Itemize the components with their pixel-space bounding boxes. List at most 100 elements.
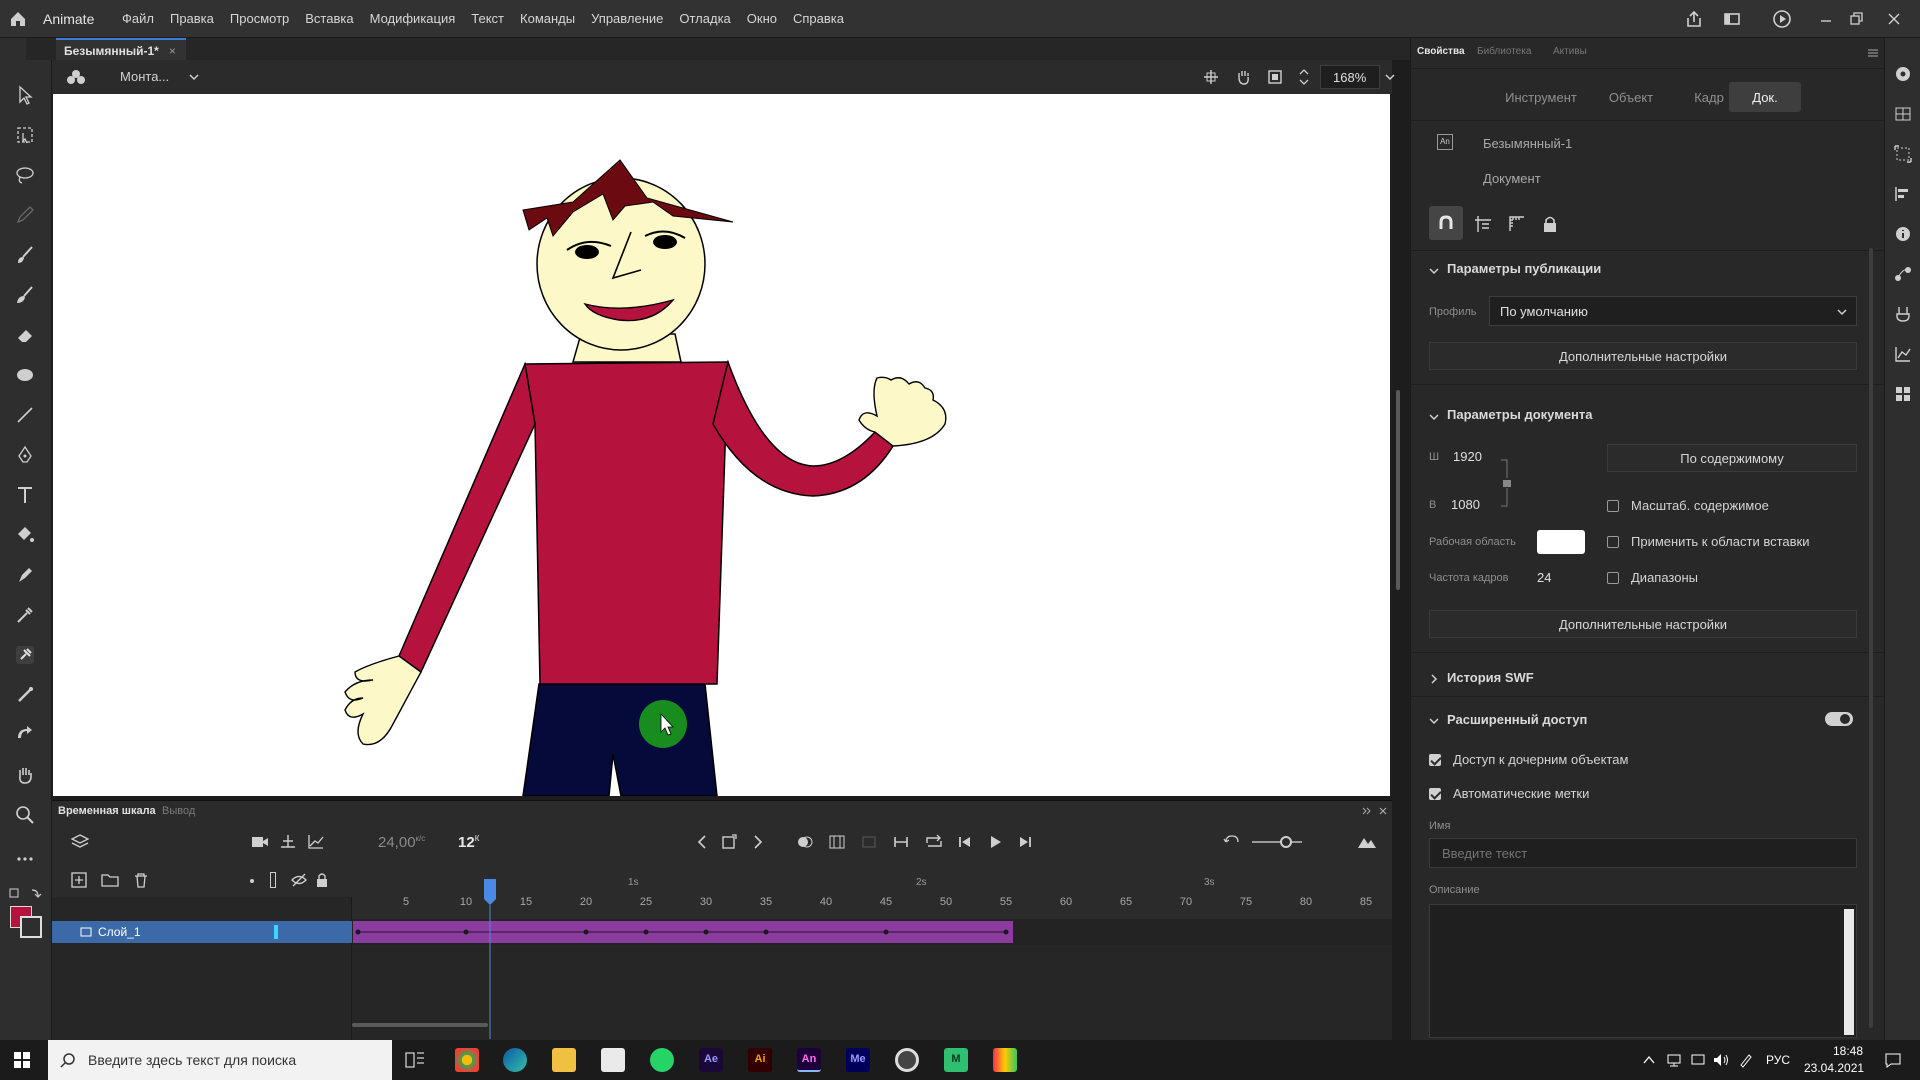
menu-view[interactable]: Просмотр [230,11,289,26]
frames-row[interactable] [352,919,1392,945]
document-more-settings-button[interactable]: Дополнительные настройки [1429,610,1857,638]
collapse-panel-icon[interactable] [1362,806,1372,816]
chrome-taskbar-icon[interactable] [455,1048,479,1072]
panel-menu-icon[interactable] [1867,48,1879,58]
publish-more-settings-button[interactable]: Дополнительные настройки [1429,342,1857,370]
brush-tool-icon[interactable] [14,244,36,266]
after-effects-taskbar-icon[interactable]: Ae [699,1048,723,1072]
fill-color-swatch[interactable] [20,916,42,938]
guides-icon[interactable] [1473,214,1493,234]
lock-layer-icon[interactable] [314,871,330,889]
layer-row[interactable]: Слой_1 [52,921,352,943]
menu-commands[interactable]: Команды [520,11,575,26]
m-app-taskbar-icon[interactable]: M [944,1048,968,1072]
fit-to-content-button[interactable]: По содержимому [1607,444,1857,472]
document-settings-header[interactable]: Параметры документа [1447,407,1593,422]
name-input[interactable] [1429,838,1857,868]
transform-icon[interactable] [1893,144,1913,164]
free-transform-tool-icon[interactable] [14,124,36,146]
animate-taskbar-icon[interactable]: An [797,1048,821,1072]
close-panel-icon[interactable] [1378,806,1388,816]
delete-layer-icon[interactable] [132,871,150,889]
input-language[interactable]: РУС [1766,1053,1790,1067]
loop-range-icon[interactable] [892,833,910,851]
segment-object[interactable]: Объект [1601,82,1661,112]
panel-scrollbar[interactable] [1869,248,1873,1028]
bone-tool-icon[interactable] [14,684,36,706]
menu-file[interactable]: Файл [122,11,154,26]
code-snippets-icon[interactable] [1893,384,1913,404]
segment-document[interactable]: Док. [1729,82,1801,112]
scene-selector[interactable]: Монта... [120,69,169,84]
keyframe-dot[interactable] [1003,929,1009,935]
share-icon[interactable] [1684,9,1704,29]
segment-tool[interactable]: Инструмент [1491,82,1591,112]
hand-tool-icon[interactable] [14,764,36,786]
link-dimensions-icon[interactable] [1499,456,1513,510]
pen-tool-icon[interactable] [14,444,36,466]
task-view-icon[interactable] [404,1050,426,1070]
apply-pasteboard-checkbox[interactable] [1607,536,1619,548]
network-icon[interactable] [1666,1052,1682,1068]
loop-icon[interactable] [924,833,944,851]
home-icon[interactable] [8,9,28,29]
clock-date[interactable]: 23.04.2021 [1804,1061,1864,1075]
menu-edit[interactable]: Правка [170,11,214,26]
info-icon[interactable] [1893,224,1913,244]
playhead[interactable] [484,879,496,1039]
outline-layer-icon[interactable] [270,872,276,888]
edit-multiple-frames-icon[interactable] [828,833,846,851]
obs-taskbar-icon[interactable] [895,1048,919,1072]
menu-window[interactable]: Окно [747,11,777,26]
accessibility-toggle[interactable] [1825,712,1853,726]
lasso-tool-icon[interactable] [14,164,36,186]
clock-time[interactable]: 18:48 [1820,1044,1876,1058]
scene-icon[interactable] [66,68,86,86]
motion-editor-icon[interactable] [1893,344,1913,364]
play-icon[interactable] [986,833,1004,851]
rotate-tool-icon[interactable] [14,724,36,746]
timeline-zoom-slider[interactable] [1252,841,1302,843]
current-frame-display[interactable]: 12К [458,834,479,851]
frame-ruler[interactable]: 1s 2s 3s 5 10 15 20 25 30 35 40 45 50 55 60 65 70 75 80… [352,863,1392,919]
step-forward-icon[interactable] [1016,833,1034,851]
clip-stage-icon[interactable] [1266,68,1284,86]
snap-icon[interactable] [1202,68,1220,86]
chevron-down-icon[interactable] [1429,266,1439,276]
rotate-stage-icon[interactable] [1234,68,1252,86]
lock-guides-icon[interactable] [1541,214,1559,234]
tray-chevron-up-icon[interactable] [1642,1054,1656,1066]
oval-tool-icon[interactable] [14,364,36,386]
accessibility-header[interactable]: Расширенный доступ [1447,712,1587,727]
swf-history-header[interactable]: История SWF [1447,670,1534,685]
zoom-chevron-down-icon[interactable] [1384,72,1396,82]
whatsapp-taskbar-icon[interactable] [650,1048,674,1072]
align-icon[interactable] [1893,184,1913,204]
more-tools-icon[interactable] [14,848,36,870]
hide-layer-icon[interactable] [290,871,308,889]
paint-brush-tool-icon[interactable] [14,284,36,306]
document-tab[interactable]: Безымянный-1* × [56,38,186,60]
keyframe-dot[interactable] [463,929,469,935]
new-folder-icon[interactable] [100,871,120,889]
minimize-icon[interactable] [1816,9,1836,29]
tab-timeline[interactable]: Временная шкала [58,805,156,817]
close-tab-icon[interactable]: × [169,44,176,58]
step-back-icon[interactable] [956,833,974,851]
profile-select[interactable]: По умолчанию [1489,296,1857,326]
paint-bucket-tool-icon[interactable] [14,524,36,546]
menu-insert[interactable]: Вставка [305,11,353,26]
ranges-checkbox[interactable] [1607,572,1619,584]
tab-properties[interactable]: Свойства [1417,46,1465,57]
explorer-taskbar-icon[interactable] [552,1048,576,1072]
snap-button[interactable] [1429,206,1463,240]
keyframe-dot[interactable] [763,929,769,935]
media-encoder-taskbar-icon[interactable]: Me [846,1048,870,1072]
display-icon[interactable] [1690,1052,1706,1068]
highlight-layer-icon[interactable] [250,879,254,883]
publish-settings-header[interactable]: Параметры публикации [1447,261,1601,276]
text-tool-icon[interactable] [14,484,36,506]
asset-warp-tool-icon[interactable] [14,644,36,666]
stage-canvas[interactable] [53,94,1390,796]
line-tool-icon[interactable] [14,404,36,426]
